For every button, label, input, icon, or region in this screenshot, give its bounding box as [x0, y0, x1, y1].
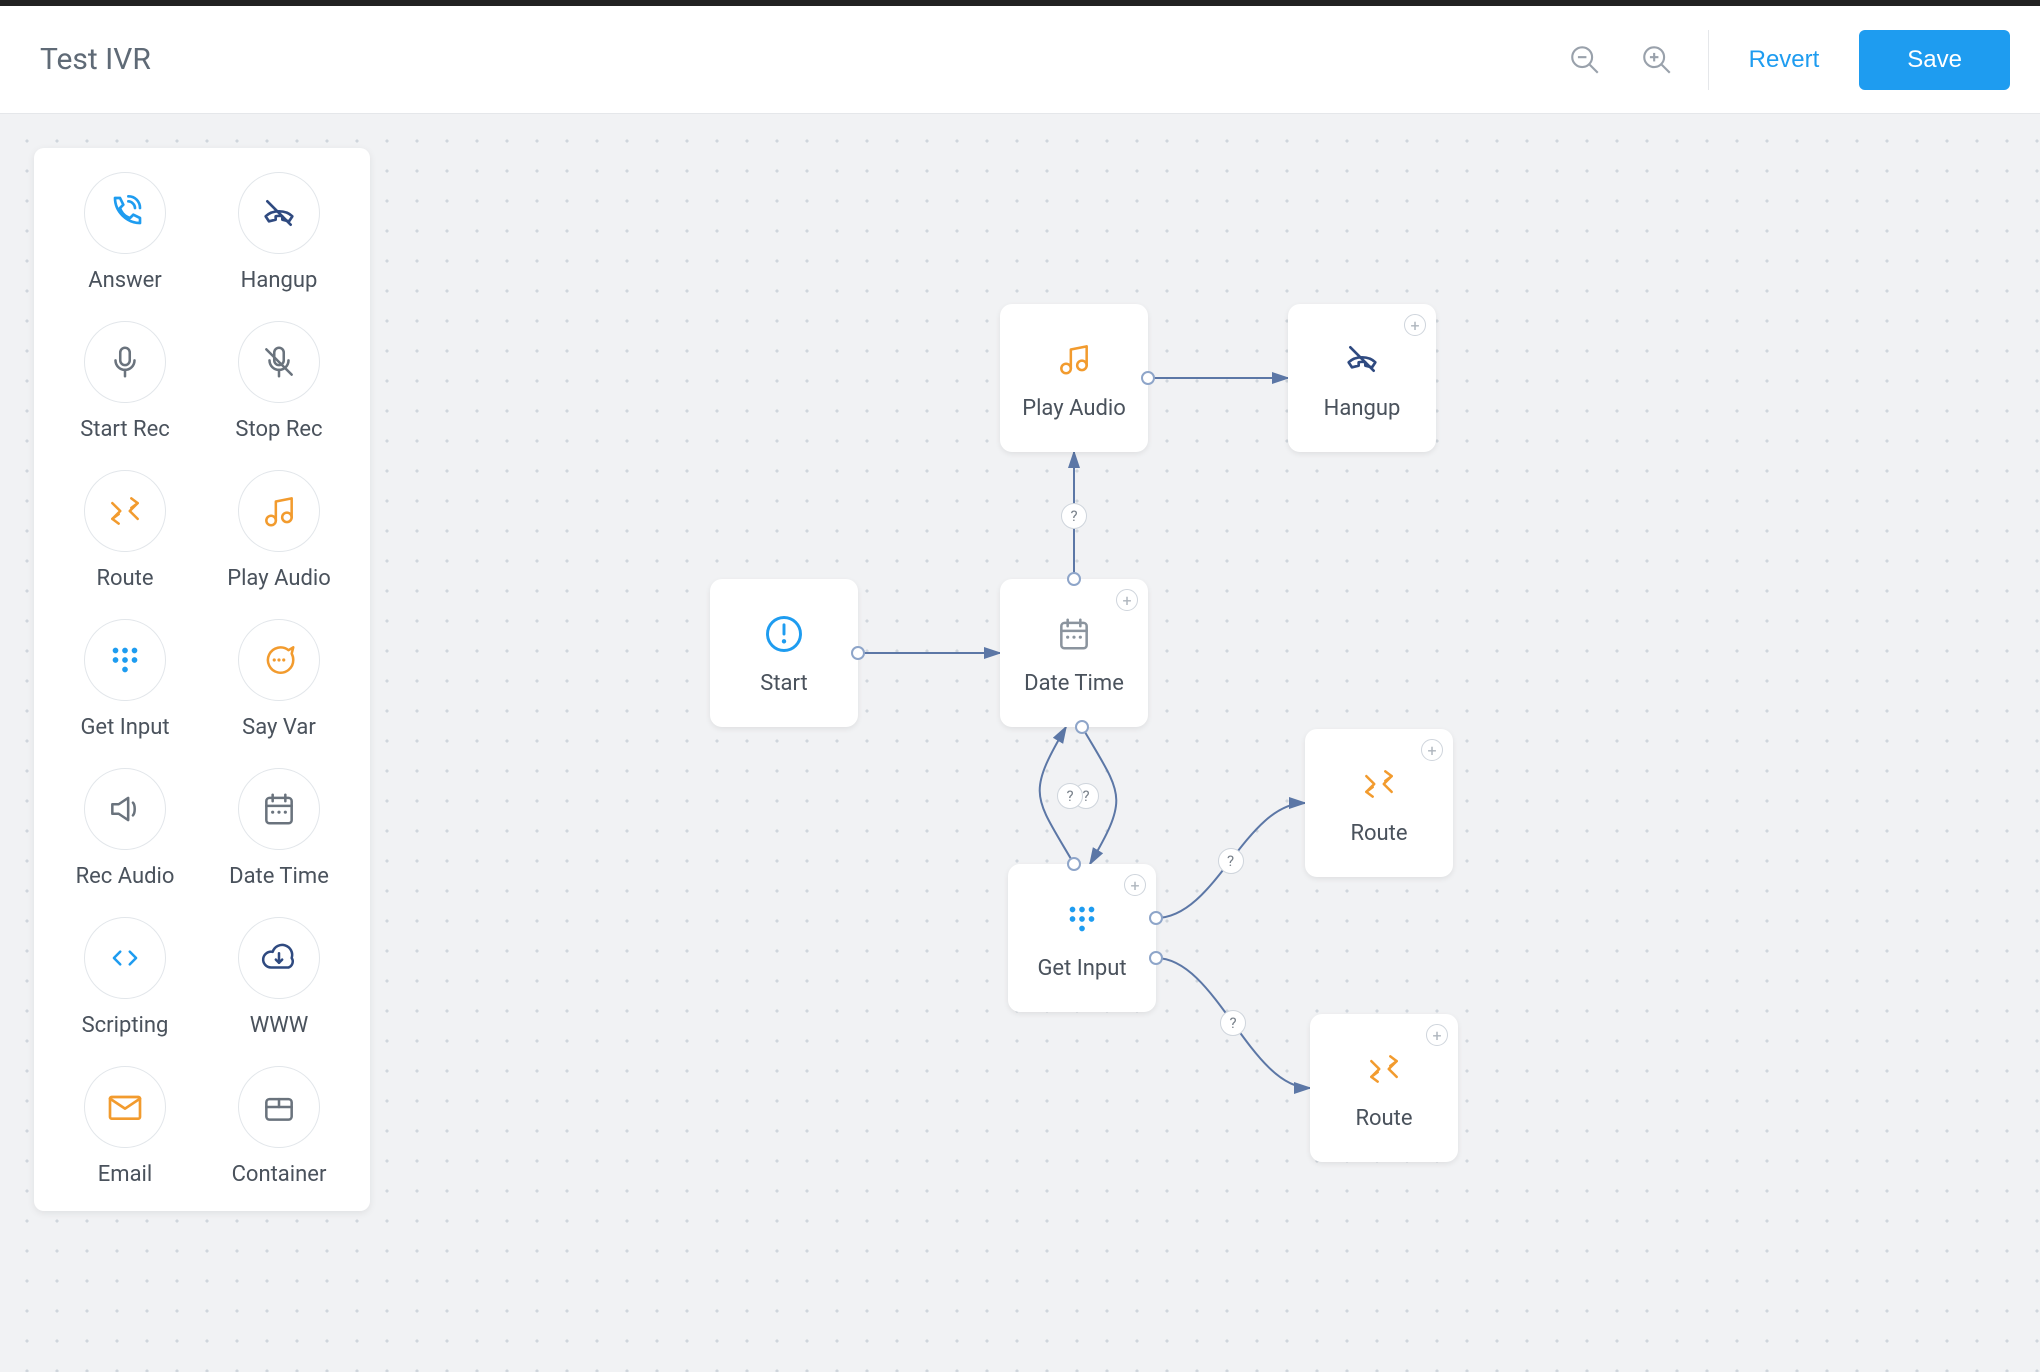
edge-label[interactable]: ?: [1061, 503, 1087, 529]
node-label: Play Audio: [1022, 396, 1126, 421]
edge-port[interactable]: [851, 646, 865, 660]
hangup-icon: [1339, 336, 1385, 382]
node-route2[interactable]: + Route: [1310, 1014, 1458, 1162]
edge-port[interactable]: [1075, 720, 1089, 734]
node-label: Date Time: [1024, 671, 1124, 696]
edge-port[interactable]: [1149, 951, 1163, 965]
zoom-in-icon: [1640, 43, 1674, 77]
edge-label[interactable]: ?: [1220, 1010, 1246, 1036]
node-add-button[interactable]: +: [1426, 1024, 1448, 1046]
node-hangup[interactable]: + Hangup: [1288, 304, 1436, 452]
route-icon: [1361, 1046, 1407, 1092]
flow-canvas[interactable]: Start + Date Time Play Audio + Hangup + Get Inp…: [0, 114, 2040, 1372]
zoom-out-button[interactable]: [1564, 39, 1606, 81]
workspace[interactable]: AnswerHangupStart RecStop RecRoutePlay A…: [0, 114, 2040, 1372]
header-divider: [1708, 30, 1709, 90]
edge-label[interactable]: ?: [1218, 848, 1244, 874]
node-getinput[interactable]: + Get Input: [1008, 864, 1156, 1012]
node-add-button[interactable]: +: [1116, 589, 1138, 611]
edge-port[interactable]: [1149, 911, 1163, 925]
edge-port[interactable]: [1067, 572, 1081, 586]
node-route1[interactable]: + Route: [1305, 729, 1453, 877]
node-playaudio[interactable]: Play Audio: [1000, 304, 1148, 452]
start-icon: [761, 611, 807, 657]
node-add-button[interactable]: +: [1421, 739, 1443, 761]
header-bar: Test IVR Revert Save: [0, 6, 2040, 114]
node-add-button[interactable]: +: [1404, 314, 1426, 336]
calendar-icon: [1051, 611, 1097, 657]
revert-button[interactable]: Revert: [1749, 46, 1820, 74]
zoom-in-button[interactable]: [1636, 39, 1678, 81]
node-start[interactable]: Start: [710, 579, 858, 727]
node-label: Start: [760, 671, 807, 696]
zoom-out-icon: [1568, 43, 1602, 77]
node-label: Hangup: [1324, 396, 1401, 421]
node-datetime[interactable]: + Date Time: [1000, 579, 1148, 727]
node-label: Route: [1350, 821, 1407, 846]
edge-label[interactable]: ?: [1057, 783, 1083, 809]
node-label: Route: [1355, 1106, 1412, 1131]
node-add-button[interactable]: +: [1124, 874, 1146, 896]
flow-title: Test IVR: [40, 42, 1564, 77]
music-icon: [1051, 336, 1097, 382]
edge-port[interactable]: [1141, 371, 1155, 385]
save-button[interactable]: Save: [1859, 30, 2010, 90]
edge-port[interactable]: [1067, 857, 1081, 871]
dialpad-icon: [1059, 896, 1105, 942]
route-icon: [1356, 761, 1402, 807]
node-label: Get Input: [1037, 956, 1126, 981]
edge-layer: [0, 114, 2040, 1372]
